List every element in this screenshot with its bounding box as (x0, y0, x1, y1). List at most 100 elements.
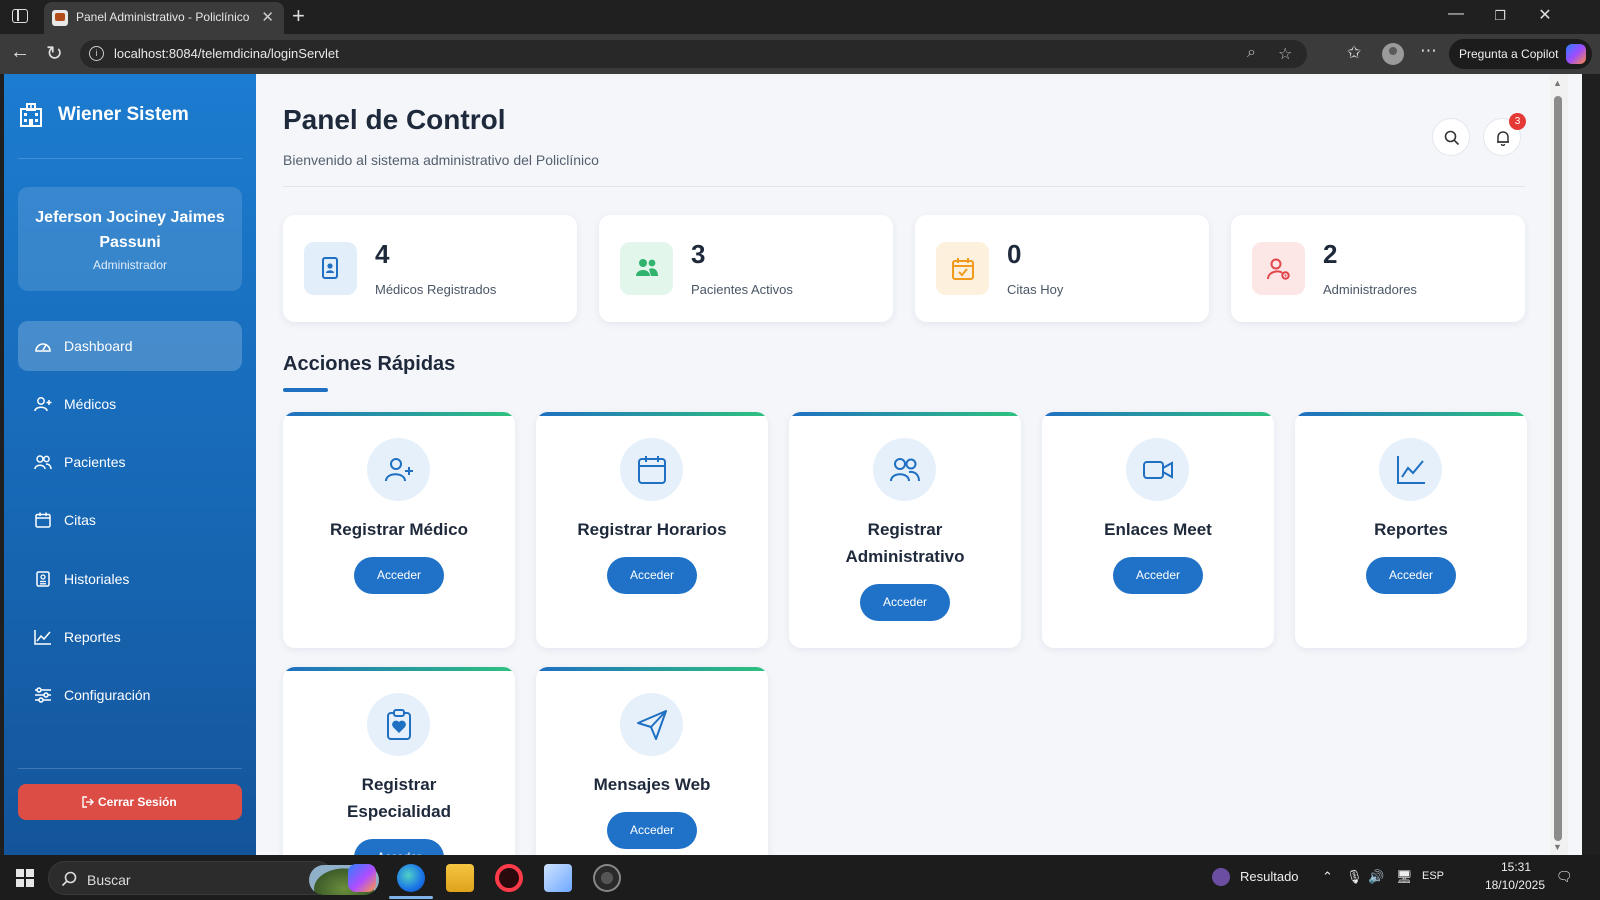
card-title: Mensajes Web (593, 775, 711, 794)
tray-expand-icon[interactable]: ⌃ (1322, 869, 1333, 885)
reload-icon[interactable]: ↻ (46, 41, 63, 66)
site-info-icon[interactable]: i (89, 46, 104, 61)
action-card-registrar-horarios: Registrar Horarios Acceder (536, 412, 768, 648)
user-plus-icon (385, 458, 413, 482)
weather-label[interactable]: Resultado (1240, 869, 1299, 884)
scroll-up-icon[interactable]: ▲ (1553, 78, 1562, 88)
scrollbar-thumb[interactable] (1554, 96, 1562, 841)
url-field[interactable]: i localhost:8084/telemdicina/loginServle… (80, 40, 1307, 68)
card-title: Registrar Especialidad (347, 775, 451, 821)
copilot-label: Pregunta a Copilot (1459, 47, 1559, 61)
notifications-center-icon[interactable]: 🗨 (1556, 869, 1573, 885)
users-icon (636, 259, 658, 276)
card-icon-circle (367, 438, 430, 501)
minimize-icon[interactable]: — (1441, 5, 1471, 23)
stat-card-administradores: 2 Administradores (1231, 215, 1525, 322)
browser-tab-bar: Panel Administrativo - Policlínico ✕ + —… (0, 0, 1600, 34)
video-icon (1143, 461, 1173, 479)
page-scrollbar[interactable]: ▲ ▼ (1550, 74, 1568, 855)
user-card: Jeferson Jociney Jaimes Passuni Administ… (18, 187, 242, 291)
id-badge-icon (322, 257, 338, 279)
more-options-icon[interactable]: ⋯ (1420, 41, 1437, 61)
taskbar-search[interactable]: Buscar (48, 861, 379, 895)
page-subtitle: Bienvenido al sistema administrativo del… (283, 152, 599, 168)
card-icon-circle (1126, 438, 1189, 501)
volume-icon[interactable]: 🔊 (1368, 869, 1384, 885)
acceder-button[interactable]: Acceder (607, 557, 697, 594)
chart-line-icon (1397, 456, 1425, 484)
windows-start-icon[interactable] (16, 869, 34, 887)
sidebar-item-historiales[interactable]: Historiales (18, 554, 242, 604)
main-content: Panel de Control Bienvenido al sistema a… (256, 74, 1582, 855)
microphone-icon[interactable]: 🎙 (1346, 869, 1363, 885)
obs-studio-icon[interactable] (593, 864, 621, 892)
acceder-button[interactable]: Acceder (354, 557, 444, 594)
sidebar: Wiener Sistem Jeferson Jociney Jaimes Pa… (4, 74, 256, 855)
acceder-button[interactable]: Acceder (860, 584, 950, 621)
card-title: Enlaces Meet (1104, 520, 1212, 539)
stat-value: 2 (1323, 239, 1338, 269)
card-accent (1295, 412, 1527, 416)
opera-browser-icon[interactable] (495, 864, 523, 892)
stat-card-citas: 0 Citas Hoy (915, 215, 1209, 322)
favorites-icon[interactable]: ✩ (1347, 43, 1361, 63)
sidebar-item-configuracion[interactable]: Configuración (18, 670, 242, 720)
file-explorer-icon[interactable] (446, 864, 474, 892)
card-icon-circle (620, 693, 683, 756)
action-card-mensajes-web: Mensajes Web Acceder (536, 667, 768, 855)
tab-title: Panel Administrativo - Policlínico (76, 10, 250, 24)
card-icon-circle (873, 438, 936, 501)
file-medical-icon (36, 571, 50, 587)
acceder-button[interactable]: Acceder (607, 812, 697, 849)
acceder-button[interactable]: Acceder (354, 839, 444, 855)
stat-icon-box (304, 242, 357, 295)
bell-icon (1497, 131, 1509, 146)
sidebar-item-pacientes[interactable]: Pacientes (18, 437, 242, 487)
window-close-icon[interactable]: ✕ (1530, 5, 1560, 25)
logout-button[interactable]: Cerrar Sesión (18, 784, 242, 820)
network-icon[interactable]: 🖥 (1396, 869, 1413, 885)
sidebar-item-medicos[interactable]: Médicos (18, 379, 242, 429)
sidebar-item-dashboard[interactable]: Dashboard (18, 321, 242, 371)
action-card-registrar-especialidad: Registrar Especialidad Acceder (283, 667, 515, 855)
maximize-icon[interactable]: ❐ (1485, 8, 1515, 24)
action-card-enlaces-meet: Enlaces Meet Acceder (1042, 412, 1274, 648)
favorite-star-icon[interactable]: ☆ (1278, 44, 1292, 64)
language-indicator[interactable]: ESP (1422, 870, 1444, 882)
acceder-button[interactable]: Acceder (1113, 557, 1203, 594)
copilot-button[interactable]: Pregunta a Copilot (1449, 39, 1592, 69)
section-title: Acciones Rápidas (283, 353, 456, 375)
new-tab-icon[interactable]: + (292, 3, 305, 29)
stat-value: 4 (375, 239, 390, 269)
clock-date: 18/10/2025 (1484, 878, 1545, 892)
edge-browser-icon[interactable] (397, 864, 425, 892)
virtualbox-icon[interactable] (544, 864, 572, 892)
users-icon (34, 455, 52, 470)
back-icon[interactable]: ← (10, 41, 30, 64)
scroll-down-icon[interactable]: ▼ (1553, 842, 1562, 852)
stat-card-medicos: 4 Médicos Registrados (283, 215, 577, 322)
tab-close-icon[interactable]: ✕ (261, 8, 274, 26)
stat-label: Citas Hoy (1007, 282, 1064, 297)
tab-actions-icon[interactable] (12, 9, 28, 23)
sidebar-item-reportes[interactable]: Reportes (18, 612, 242, 662)
calendar-icon (638, 456, 666, 484)
sidebar-item-citas[interactable]: Citas (18, 495, 242, 545)
browser-tab[interactable]: Panel Administrativo - Policlínico ✕ (44, 2, 284, 34)
user-plus-icon (34, 397, 52, 412)
sidebar-divider (18, 768, 242, 769)
user-gear-icon (1267, 258, 1290, 280)
profile-avatar[interactable] (1382, 43, 1404, 65)
zoom-icon[interactable]: ⌕ (1247, 44, 1256, 62)
notifications-button[interactable]: 3 (1483, 113, 1526, 156)
sidebar-item-label: Historiales (64, 571, 130, 587)
header-divider (283, 186, 1525, 187)
taskbar-search-label: Buscar (87, 872, 131, 888)
search-button[interactable] (1432, 118, 1470, 156)
copilot-app-icon[interactable] (348, 864, 376, 892)
gauge-icon (35, 343, 51, 352)
acceder-button[interactable]: Acceder (1366, 557, 1456, 594)
weather-icon (1212, 868, 1230, 886)
card-accent (536, 412, 768, 416)
taskbar-clock[interactable]: 15:31 18/10/2025 (1470, 860, 1545, 892)
